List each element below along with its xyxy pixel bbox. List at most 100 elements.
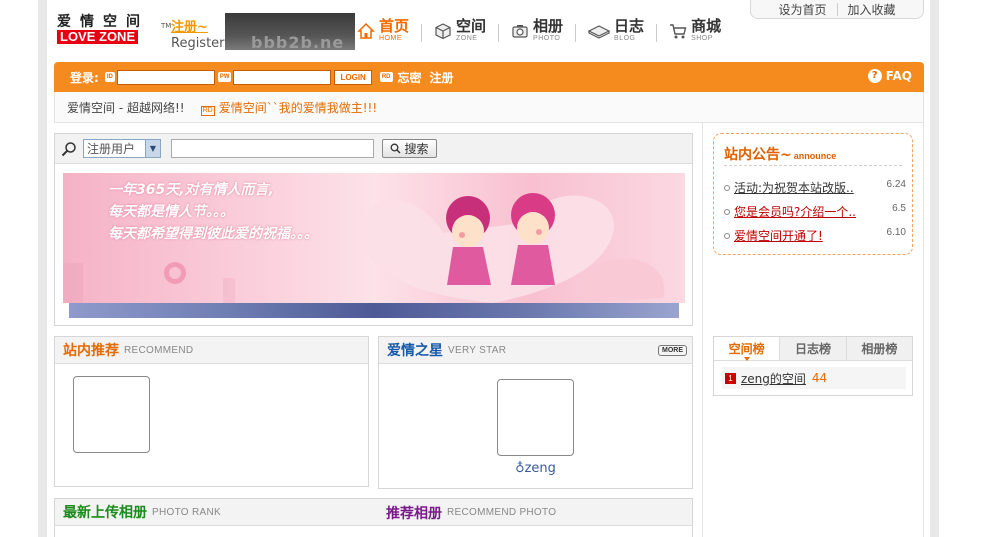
- bullet-icon: [724, 208, 730, 215]
- rank-score: 44: [811, 371, 828, 385]
- logo-en-text: LOVE ZONE: [57, 30, 139, 44]
- nav-zone[interactable]: 空间 ZONE: [434, 17, 500, 43]
- rank-number: 1: [725, 372, 736, 384]
- pw-tag: PW: [217, 72, 232, 82]
- nav-photo[interactable]: 相册 PHOTO: [511, 17, 577, 43]
- star-thumbnail[interactable]: [497, 379, 574, 456]
- announce-subtitle: announce: [793, 151, 837, 161]
- divider: [656, 24, 658, 42]
- forgot-password-link[interactable]: 忘密: [398, 69, 422, 86]
- search-button-label: 搜索: [404, 142, 429, 156]
- faq-link[interactable]: ? FAQ: [867, 69, 912, 83]
- username-input[interactable]: [116, 69, 215, 85]
- search-button[interactable]: 搜索: [382, 139, 437, 158]
- chevron-down-icon: ▼: [145, 140, 160, 157]
- valentine-banner[interactable]: 一年365天,对有情人而言, 每天都是情人节。。。 每天都希望得到彼此爱的祝福。…: [63, 173, 685, 303]
- left-gutter: [38, 0, 47, 537]
- latest-album-title: 最新上传相册: [63, 505, 147, 521]
- book-icon: [587, 22, 611, 40]
- recommend-subtitle: RECOMMEND: [124, 344, 194, 356]
- search-type-select[interactable]: 注册用户 ▼: [83, 139, 161, 158]
- search-type-value: 注册用户: [87, 142, 136, 156]
- announce-item-text: 活动:为祝贺本站改版..: [734, 181, 854, 195]
- rd-tag: RD: [200, 105, 215, 116]
- ranking-tabs: 空间榜 日志榜 相册榜: [714, 337, 912, 361]
- announce-item-date: 6.10: [886, 227, 906, 238]
- nav-zone-label: 空间: [456, 17, 487, 35]
- camera-icon: [511, 22, 529, 40]
- cube-icon: [434, 22, 452, 40]
- nav-home[interactable]: 首页 HOME: [357, 17, 423, 43]
- announce-item-date: 6.5: [892, 203, 906, 214]
- set-homepage-link[interactable]: 设为首页: [768, 1, 836, 18]
- login-label: 登录:: [70, 70, 99, 85]
- star-username[interactable]: ♁zeng: [379, 461, 692, 476]
- albums-box: 最新上传相册 PHOTO RANK 推荐相册 RECOMMEND PHOTO: [54, 498, 693, 537]
- nav-shop[interactable]: 商城 SHOP: [669, 18, 721, 43]
- login-button[interactable]: LOGIN: [334, 69, 372, 85]
- search-input[interactable]: [171, 139, 374, 158]
- search-icon: [61, 141, 77, 157]
- nav-shop-label: 商城: [691, 17, 722, 35]
- main-nav: 首页 HOME 空间 ZONE 相册 PHOTO 日志 BLOG 商城 SHOP: [357, 18, 721, 43]
- register-en: Register: [171, 36, 225, 51]
- star-header: 爱情之星 VERY STAR MORE: [379, 337, 692, 364]
- star-title: 爱情之星: [387, 343, 443, 359]
- top-links: 设为首页 加入收藏: [750, 0, 924, 19]
- nav-zone-sub: ZONE: [456, 35, 478, 42]
- trademark: TM: [161, 22, 172, 30]
- divider: [724, 165, 902, 166]
- announce-header: 站内公告~ announce: [724, 144, 836, 164]
- main-container: 设为首页 加入收藏 爱情空间 LOVE ZONE TM 注册~ Register…: [47, 0, 930, 537]
- site-logo[interactable]: 爱情空间 LOVE ZONE: [57, 14, 162, 48]
- announce-item[interactable]: 爱情空间开通了! 6.10: [724, 227, 906, 244]
- announce-item[interactable]: 活动:为祝贺本站改版.. 6.24: [724, 179, 906, 196]
- register-link-bar[interactable]: 注册: [430, 69, 454, 86]
- nav-home-sub: HOME: [379, 35, 402, 42]
- nav-blog-sub: BLOG: [614, 35, 636, 42]
- announce-item-date: 6.24: [886, 179, 906, 190]
- tab-blog-rank[interactable]: 日志榜: [780, 337, 847, 360]
- search-bar: 注册用户 ▼ 搜索: [55, 134, 692, 164]
- search-panel: 注册用户 ▼ 搜索 一年365天,对有情人而言, 每天都是情人节。。。 每天都希…: [54, 133, 693, 326]
- header-ad-banner[interactable]: bbb2b.ne: [225, 13, 355, 50]
- nav-blog[interactable]: 日志 BLOG: [587, 17, 658, 43]
- latest-album-subtitle: PHOTO RANK: [152, 506, 221, 518]
- more-button[interactable]: MORE: [658, 345, 687, 356]
- recommend-album-subtitle: RECOMMEND PHOTO: [447, 507, 557, 518]
- banner-line-3: 每天都希望得到彼此爱的祝福。。。: [108, 226, 318, 242]
- announce-item[interactable]: 您是会员吗?介绍一个.. 6.5: [724, 203, 906, 220]
- search-icon: [391, 143, 402, 154]
- recommend-title: 站内推荐: [63, 343, 119, 359]
- question-icon: ?: [867, 69, 882, 83]
- nav-home-label: 首页: [379, 17, 410, 35]
- recommend-thumbnail[interactable]: [73, 376, 150, 453]
- recommend-album-title: 推荐相册: [386, 505, 442, 522]
- announce-item-text: 爱情空间开通了!: [734, 229, 823, 243]
- nav-photo-label: 相册: [533, 17, 564, 35]
- star-subtitle: VERY STAR: [448, 344, 507, 356]
- nav-blog-label: 日志: [614, 17, 645, 35]
- banner-strip: [69, 303, 679, 318]
- rank-name-link[interactable]: zeng的空间: [741, 370, 806, 387]
- star-box: 爱情之星 VERY STAR MORE ♁zeng: [378, 336, 693, 489]
- bullet-icon: [724, 232, 730, 239]
- header-ad-text: bbb2b.ne: [251, 33, 345, 50]
- login-bar: 登录: ID PW LOGIN RD 忘密 注册 ? FAQ: [54, 62, 924, 92]
- id-tag: ID: [104, 72, 115, 82]
- nav-photo-sub: PHOTO: [533, 35, 561, 42]
- password-input[interactable]: [233, 69, 332, 85]
- register-link[interactable]: 注册~ Register: [171, 16, 225, 51]
- marquee-message[interactable]: RD 爱情空间``我的爱情我做主!!!: [200, 99, 377, 116]
- register-cn: 注册~: [171, 20, 208, 35]
- divider: [498, 24, 500, 42]
- recommend-box: 站内推荐 RECOMMEND: [54, 336, 369, 487]
- albums-header: 最新上传相册 PHOTO RANK 推荐相册 RECOMMEND PHOTO: [55, 499, 692, 526]
- tab-photo-rank[interactable]: 相册榜: [846, 337, 912, 360]
- site-slogan: 爱情空间 - 超越网络!!: [67, 100, 185, 115]
- tab-zone-rank[interactable]: 空间榜: [714, 337, 781, 361]
- bullet-icon: [724, 184, 730, 191]
- announce-item-text: 您是会员吗?介绍一个..: [734, 205, 856, 219]
- right-gutter: [930, 0, 939, 537]
- add-favorite-link[interactable]: 加入收藏: [838, 1, 906, 18]
